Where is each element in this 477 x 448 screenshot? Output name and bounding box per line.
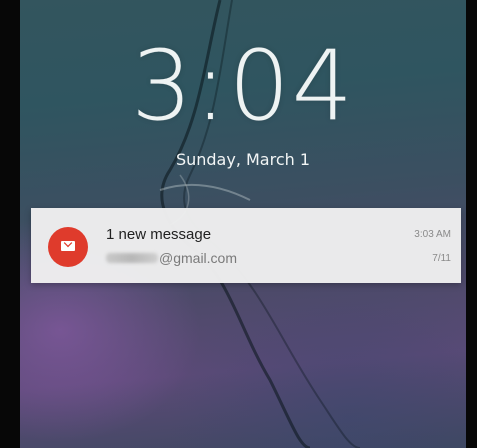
lock-date: Sunday, March 1 [175,150,311,169]
lock-clock: 3:04 [131,30,355,143]
sender-domain: @gmail.com [159,250,238,266]
gmail-notification[interactable]: 1 new message @gmail.com 3:03 AM 7/11 [31,208,461,283]
envelope-icon [61,241,75,251]
notification-time: 3:03 AM [414,229,451,240]
notification-date: 7/11 [432,253,451,264]
notification-sender: @gmail.com [106,250,237,266]
redacted-username [106,253,158,263]
gmail-icon [48,227,88,267]
notification-title: 1 new message [106,226,212,243]
